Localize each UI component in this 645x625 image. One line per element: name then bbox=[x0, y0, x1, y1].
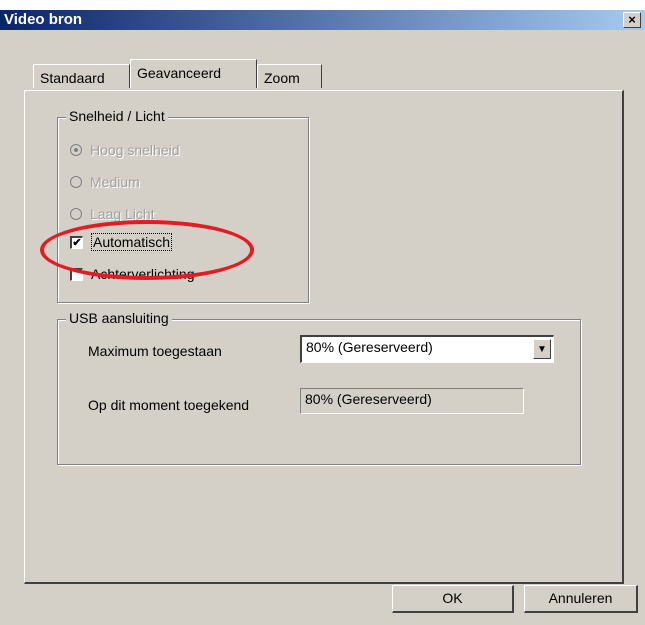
current-allocated-label: Op dit moment toegekend bbox=[88, 397, 250, 413]
radio-high-speed-label: Hoog snelheid bbox=[90, 142, 180, 158]
window-title: Video bron bbox=[4, 11, 83, 28]
title-bar[interactable]: Video bron × bbox=[0, 10, 645, 30]
checkbox-backlight[interactable]: Achterverlichting bbox=[70, 264, 195, 284]
tab-standaard[interactable]: Standaard bbox=[33, 64, 130, 88]
max-allowed-label: Maximum toegestaan bbox=[88, 343, 222, 359]
checkbox-backlight-box[interactable] bbox=[70, 267, 83, 281]
radio-low-light-label: Laag Licht bbox=[90, 206, 155, 222]
speed-light-group-title: Snelheid / Licht bbox=[66, 108, 168, 124]
max-allowed-value: 80% (Gereserveerd) bbox=[306, 339, 433, 355]
checkbox-backlight-label: Achterverlichting bbox=[91, 266, 195, 282]
current-allocated-field: 80% (Gereserveerd) bbox=[300, 388, 524, 414]
ok-button[interactable]: OK bbox=[392, 585, 514, 613]
checkbox-automatic[interactable]: ✔ Automatisch bbox=[70, 232, 173, 252]
radio-medium-label: Medium bbox=[90, 174, 140, 190]
tab-geavanceerd[interactable]: Geavanceerd bbox=[130, 59, 257, 88]
close-button[interactable]: × bbox=[623, 12, 641, 28]
cancel-button[interactable]: Annuleren bbox=[524, 585, 638, 613]
checkbox-automatic-label: Automatisch bbox=[91, 233, 173, 251]
radio-medium-indicator bbox=[70, 176, 82, 188]
radio-high-speed[interactable]: Hoog snelheid bbox=[70, 140, 180, 160]
checkbox-automatic-box[interactable]: ✔ bbox=[70, 235, 83, 249]
dialog-window: Video bron × Standaard Geavanceerd Zoom … bbox=[0, 10, 645, 625]
radio-low-light[interactable]: Laag Licht bbox=[70, 204, 155, 224]
radio-high-speed-indicator bbox=[70, 144, 82, 156]
current-allocated-value: 80% (Gereserveerd) bbox=[305, 391, 432, 407]
radio-medium[interactable]: Medium bbox=[70, 172, 140, 192]
radio-low-light-indicator bbox=[70, 208, 82, 220]
chevron-down-icon[interactable]: ▼ bbox=[533, 339, 551, 359]
usb-group-title: USB aansluiting bbox=[66, 310, 172, 326]
tab-zoom[interactable]: Zoom bbox=[257, 64, 322, 88]
max-allowed-select[interactable]: 80% (Gereserveerd) ▼ bbox=[300, 335, 554, 363]
